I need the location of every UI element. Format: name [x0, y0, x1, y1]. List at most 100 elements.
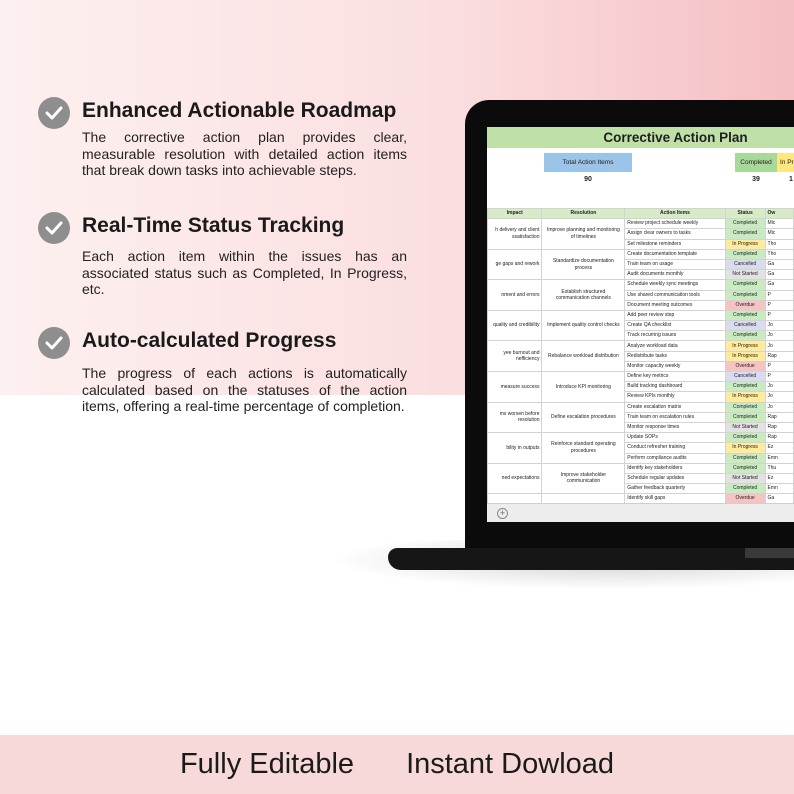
cell-resolution[interactable]: Define escalation procedures	[541, 401, 626, 434]
cell-action-item[interactable]: Train team on usage	[624, 258, 726, 271]
cell-status[interactable]: Not Started	[724, 421, 766, 434]
cell-owner[interactable]: Emn	[764, 452, 794, 464]
cell-owner[interactable]: Jo	[764, 340, 794, 352]
cell-owner[interactable]: Tho	[764, 248, 794, 260]
cell-action-item[interactable]: Redistribute tasks	[624, 350, 726, 362]
cell-action-item[interactable]: Analyze workload data	[624, 340, 726, 352]
cell-action-item[interactable]: Train team on escalation rules	[624, 411, 726, 423]
cell-status[interactable]: Completed	[724, 218, 766, 230]
cell-status[interactable]: Cancelled	[724, 320, 766, 332]
cell-impact[interactable]: yee burnout and nefficiency	[487, 340, 543, 372]
cell-status[interactable]: Completed	[724, 289, 766, 301]
cell-action-item[interactable]: Update SOPs	[624, 432, 726, 444]
cell-action-item[interactable]: Track recurring issues	[624, 330, 726, 342]
cell-impact[interactable]: quality and credibility	[487, 309, 543, 342]
cell-resolution[interactable]: Implement quality control checks	[541, 309, 626, 342]
cell-resolution[interactable]: Reinforce standard operating procedures	[541, 432, 626, 464]
cell-action-item[interactable]: Build tracking dashboard	[624, 381, 726, 393]
cell-owner[interactable]: P	[764, 289, 794, 301]
cell-owner[interactable]: Mic	[764, 218, 794, 230]
cell-owner[interactable]: Rap	[764, 411, 794, 423]
cell-status[interactable]: Completed	[724, 381, 766, 393]
cell-status[interactable]: Completed	[724, 411, 766, 423]
cell-owner[interactable]: P	[764, 370, 794, 383]
cell-status[interactable]: Not Started	[724, 269, 766, 281]
cell-action-item[interactable]: Schedule weekly sync meetings	[624, 279, 726, 291]
cell-status[interactable]: Completed	[724, 483, 766, 495]
cell-owner[interactable]: P	[764, 299, 794, 311]
cell-owner[interactable]: Jo	[764, 320, 794, 332]
cell-action-item[interactable]: Add peer review step	[624, 309, 726, 322]
cell-status[interactable]: Cancelled	[724, 370, 766, 383]
cell-status[interactable]: Not Started	[724, 472, 766, 485]
cell-action-item[interactable]: Monitor response times	[624, 421, 726, 434]
cell-owner[interactable]: Tho	[764, 238, 794, 250]
cell-owner[interactable]: Ga	[764, 258, 794, 271]
cell-owner[interactable]: Ga	[764, 269, 794, 281]
cell-owner[interactable]: Jo	[764, 391, 794, 403]
cell-status[interactable]: In Progress	[724, 350, 766, 362]
cell-owner[interactable]: Thu	[764, 462, 794, 474]
cell-resolution[interactable]: Standardize documentation process	[541, 248, 626, 281]
cell-status[interactable]: Cancelled	[724, 258, 766, 271]
cell-action-item[interactable]: Use shared communication tools	[624, 289, 726, 301]
cell-status[interactable]: Overdue	[724, 299, 766, 311]
cell-resolution[interactable]: Improve stakeholder communication	[541, 462, 626, 495]
cell-action-item[interactable]: Create QA checklist	[624, 320, 726, 332]
cell-status[interactable]: Completed	[724, 248, 766, 260]
cell-action-item[interactable]: Document meeting outcomes	[624, 299, 726, 311]
cell-action-item[interactable]: Gather feedback quarterly	[624, 483, 726, 495]
cell-action-item[interactable]: Create escalation matrix	[624, 401, 726, 413]
cell-owner[interactable]: Jo	[764, 401, 794, 413]
cell-owner[interactable]: P	[764, 360, 794, 373]
cell-owner[interactable]: Emn	[764, 483, 794, 495]
cell-action-item[interactable]: Assign clear owners to tasks	[624, 228, 726, 240]
cell-status[interactable]: Completed	[724, 279, 766, 291]
cell-action-item[interactable]: Schedule regular updates	[624, 472, 726, 485]
cell-status[interactable]: In Progress	[724, 442, 766, 454]
cell-status[interactable]: Completed	[724, 432, 766, 444]
cell-impact[interactable]: ned expectations	[487, 462, 543, 495]
cell-status[interactable]: Completed	[724, 309, 766, 322]
cell-action-item[interactable]: Review project schedule weekly	[624, 218, 726, 230]
cell-impact[interactable]: bility in outputs	[487, 432, 543, 464]
cell-owner[interactable]: Mic	[764, 228, 794, 240]
cell-action-item[interactable]: Monitor capacity weekly	[624, 360, 726, 373]
cell-action-item[interactable]: Create documentation template	[624, 248, 726, 260]
cell-owner[interactable]: Jo	[764, 381, 794, 393]
cell-status[interactable]: Completed	[724, 330, 766, 342]
cell-status[interactable]: Completed	[724, 452, 766, 464]
cell-action-item[interactable]: Identify key stakeholders	[624, 462, 726, 474]
cell-owner[interactable]: Rap	[764, 432, 794, 444]
cell-status[interactable]: In Progress	[724, 391, 766, 403]
cell-owner[interactable]: Ez	[764, 472, 794, 485]
plus-circle-icon[interactable]: +	[497, 508, 508, 519]
cell-resolution[interactable]: Establish structured communication chann…	[541, 279, 626, 311]
cell-action-item[interactable]: Conduct refresher training	[624, 442, 726, 454]
cell-impact[interactable]: ms worsen before resolution	[487, 401, 543, 434]
cell-status[interactable]: Completed	[724, 228, 766, 240]
cell-action-item[interactable]: Perform compliance audits	[624, 452, 726, 464]
cell-impact[interactable]: ge gaps and rework	[487, 248, 543, 281]
cell-status[interactable]: Overdue	[724, 360, 766, 373]
cell-owner[interactable]: Ez	[764, 442, 794, 454]
cell-owner[interactable]: P	[764, 309, 794, 322]
cell-action-item[interactable]: Set milestone reminders	[624, 238, 726, 250]
cell-status[interactable]: Completed	[724, 462, 766, 474]
cell-impact[interactable]: measure success	[487, 371, 543, 403]
cell-owner[interactable]: Jo	[764, 330, 794, 342]
cell-resolution[interactable]: Introduce KPI monitoring	[541, 371, 626, 403]
cell-status[interactable]: Completed	[724, 401, 766, 413]
cell-impact[interactable]: nment and errors	[487, 279, 543, 311]
cell-resolution[interactable]: Improve planning and monitoring of timel…	[541, 218, 626, 250]
cell-impact[interactable]: h delivery and client ssatisfaction	[487, 218, 543, 250]
cell-action-item[interactable]: Audit documents monthly	[624, 269, 726, 281]
cell-owner[interactable]: Ga	[764, 279, 794, 291]
cell-status[interactable]: In Progress	[724, 340, 766, 352]
cell-action-item[interactable]: Review KPIs monthly	[624, 391, 726, 403]
cell-resolution[interactable]: Rebalance workload distribution	[541, 340, 626, 372]
cell-owner[interactable]: Rap	[764, 421, 794, 434]
cell-owner[interactable]: Rap	[764, 350, 794, 362]
cell-action-item[interactable]: Define key metrics	[624, 370, 726, 383]
cell-status[interactable]: In Progress	[724, 238, 766, 250]
